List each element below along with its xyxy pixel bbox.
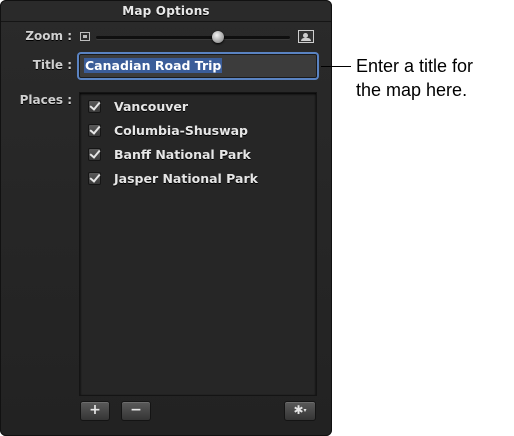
minus-icon: − [130, 402, 142, 418]
zoom-slider-knob[interactable] [212, 31, 225, 43]
panel-title: Map Options [0, 0, 332, 22]
callout-text: Enter a title for the map here. [356, 54, 512, 102]
zoom-max-icon [298, 30, 314, 43]
add-place-button[interactable]: + [80, 401, 110, 421]
place-label: Jasper National Park [114, 170, 258, 186]
place-label: Banff National Park [114, 146, 251, 162]
gear-menu-button[interactable]: ✱▾ [284, 401, 316, 421]
callout-line [321, 66, 351, 67]
list-item[interactable]: Banff National Park [88, 145, 251, 163]
place-label: Vancouver [114, 98, 189, 114]
canvas: Map Options Zoom : Title : Canadian Road… [0, 0, 514, 436]
gear-icon: ✱ [293, 403, 304, 417]
place-label: Columbia-Shuswap [114, 122, 248, 138]
place-checkbox[interactable] [88, 99, 101, 113]
title-input-value: Canadian Road Trip [84, 58, 223, 73]
plus-icon: + [89, 402, 101, 418]
place-checkbox[interactable] [88, 147, 101, 161]
callout-line-1: Enter a title for [356, 56, 474, 76]
chevron-down-icon: ▾ [303, 407, 307, 414]
list-item[interactable]: Jasper National Park [88, 169, 258, 187]
zoom-label: Zoom : [25, 29, 72, 43]
list-item[interactable]: Columbia-Shuswap [88, 121, 248, 139]
title-input[interactable]: Canadian Road Trip [79, 54, 317, 78]
zoom-slider-track[interactable] [96, 36, 290, 39]
list-item[interactable]: Vancouver [88, 97, 188, 115]
map-options-panel: Map Options Zoom : Title : Canadian Road… [0, 0, 332, 436]
places-label: Places : [19, 93, 72, 107]
place-checkbox[interactable] [88, 171, 101, 185]
place-checkbox[interactable] [88, 123, 101, 137]
places-list[interactable]: Vancouver Columbia-Shuswap Banff Nationa… [79, 92, 317, 396]
title-label: Title : [32, 58, 72, 72]
callout-line-2: the map here. [356, 80, 468, 100]
remove-place-button[interactable]: − [121, 401, 151, 421]
zoom-min-icon [80, 32, 90, 41]
